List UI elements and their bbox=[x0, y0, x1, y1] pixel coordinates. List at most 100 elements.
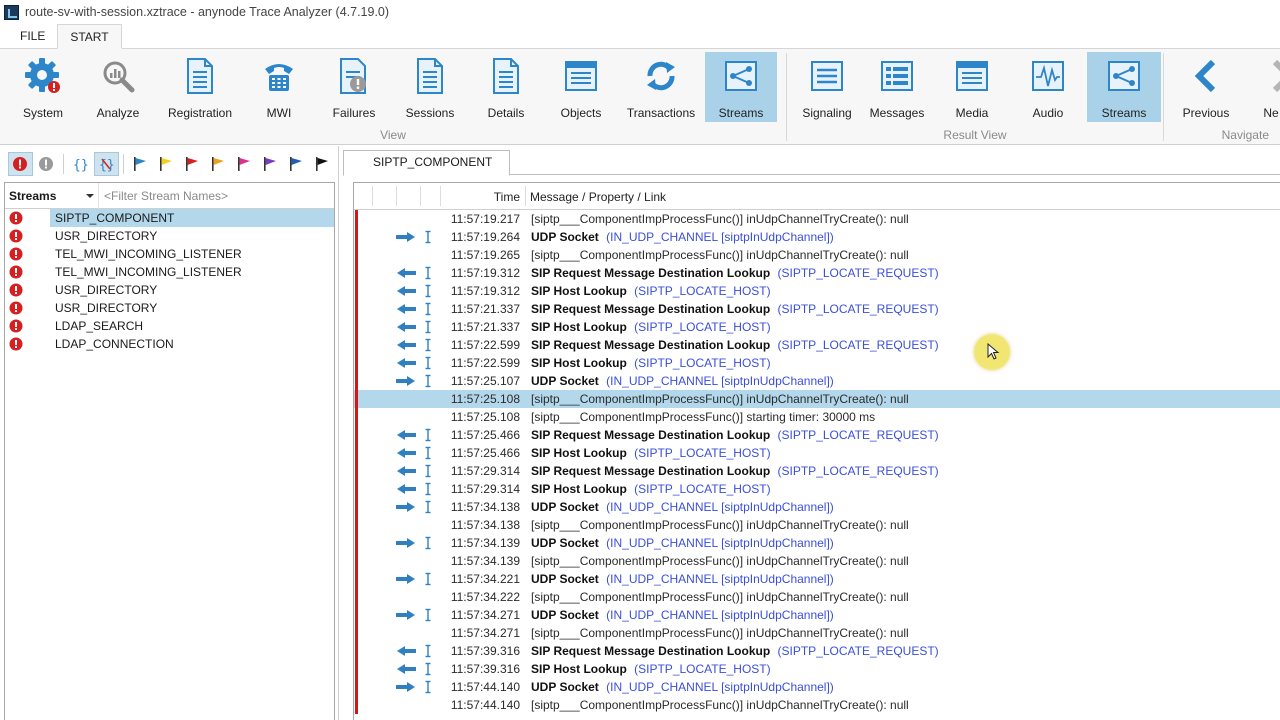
flag-purple-button[interactable] bbox=[257, 152, 282, 176]
table-row[interactable]: 11:57:22.599 SIP Request Message Destinat… bbox=[354, 336, 1280, 354]
stream-item[interactable]: SIPTP_COMPONENT bbox=[5, 209, 334, 227]
table-row[interactable]: 11:57:19.264 UDP Socket (IN_UDP_CHANNEL [… bbox=[354, 228, 1280, 246]
warning-filter-button[interactable] bbox=[34, 152, 59, 176]
transactions-button[interactable]: Transactions bbox=[624, 52, 698, 122]
braces-cross-filter-button[interactable]: {} bbox=[93, 152, 119, 176]
media-button[interactable]: Media bbox=[943, 52, 1001, 122]
table-row[interactable]: 11:57:19.312 SIP Request Message Destinat… bbox=[354, 264, 1280, 282]
table-row[interactable]: 11:57:34.271 [siptp___ComponentImpProcess… bbox=[354, 624, 1280, 642]
column-header-message[interactable]: Message / Property / Link bbox=[530, 183, 666, 209]
table-row[interactable]: 11:57:25.466 SIP Host Lookup (SIPTP_LOCAT… bbox=[354, 444, 1280, 462]
audio-button[interactable]: Audio bbox=[1019, 52, 1077, 122]
previous-button[interactable]: Previous bbox=[1176, 52, 1236, 122]
table-row[interactable]: 11:57:19.265 [siptp___ComponentImpProcess… bbox=[354, 246, 1280, 264]
row-message-link[interactable]: (SIPTP_LOCATE_HOST) bbox=[634, 356, 770, 370]
table-row[interactable]: 11:57:29.314 SIP Host Lookup (SIPTP_LOCAT… bbox=[354, 480, 1280, 498]
table-row[interactable]: 11:57:34.222 [siptp___ComponentImpProcess… bbox=[354, 588, 1280, 606]
error-filter-button[interactable] bbox=[8, 152, 33, 176]
stream-item[interactable]: USR_DIRECTORY bbox=[5, 227, 334, 245]
error-icon bbox=[9, 283, 23, 297]
row-time: 11:57:19.264 bbox=[450, 230, 520, 244]
row-message-link[interactable]: (IN_UDP_CHANNEL [siptpInUdpChannel]) bbox=[606, 680, 834, 694]
registration-button[interactable]: Registration bbox=[163, 52, 237, 122]
messages-button[interactable]: Messages bbox=[867, 52, 927, 122]
row-time: 11:57:34.138 bbox=[450, 500, 520, 514]
row-message-link[interactable]: (IN_UDP_CHANNEL [siptpInUdpChannel]) bbox=[606, 608, 834, 622]
table-row[interactable]: 11:57:34.271 UDP Socket (IN_UDP_CHANNEL [… bbox=[354, 606, 1280, 624]
mwi-button[interactable]: MWI bbox=[253, 52, 305, 122]
row-message-link[interactable]: (SIPTP_LOCATE_HOST) bbox=[634, 446, 770, 460]
next-button[interactable]: Ne bbox=[1252, 52, 1280, 122]
row-message-link[interactable]: (SIPTP_LOCATE_HOST) bbox=[634, 320, 770, 334]
table-row[interactable]: 11:57:34.221 UDP Socket (IN_UDP_CHANNEL [… bbox=[354, 570, 1280, 588]
tab-file[interactable]: FILE bbox=[8, 23, 57, 48]
panel-splitter[interactable] bbox=[338, 146, 339, 720]
column-header-time[interactable]: Time bbox=[442, 183, 520, 209]
table-row[interactable]: 11:57:29.314 SIP Request Message Destinat… bbox=[354, 462, 1280, 480]
flag-black-button[interactable] bbox=[309, 152, 334, 176]
details-button[interactable]: Details bbox=[476, 52, 536, 122]
table-row[interactable]: 11:57:25.466 SIP Request Message Destinat… bbox=[354, 426, 1280, 444]
row-time: 11:57:25.108 bbox=[450, 410, 520, 424]
objects-button[interactable]: Objects bbox=[551, 52, 611, 122]
flag-blue-button[interactable] bbox=[128, 152, 153, 176]
analyze-button[interactable]: Analyze bbox=[88, 52, 148, 122]
stream-item[interactable]: USR_DIRECTORY bbox=[5, 299, 334, 317]
table-row[interactable]: 11:57:34.138 [siptp___ComponentImpProcess… bbox=[354, 516, 1280, 534]
failures-button[interactable]: Failures bbox=[324, 52, 384, 122]
flag-red-button[interactable] bbox=[180, 152, 205, 176]
filter-stream-input[interactable] bbox=[99, 183, 334, 208]
table-row[interactable]: 11:57:34.138 UDP Socket (IN_UDP_CHANNEL [… bbox=[354, 498, 1280, 516]
row-message-link[interactable]: (IN_UDP_CHANNEL [siptpInUdpChannel]) bbox=[606, 500, 834, 514]
row-message-link[interactable]: (SIPTP_LOCATE_REQUEST) bbox=[778, 338, 939, 352]
tab-siptp-component[interactable]: SIPTP_COMPONENT bbox=[343, 150, 510, 176]
table-row[interactable]: 11:57:19.217 [siptp___ComponentImpProcess… bbox=[354, 210, 1280, 228]
flag-yellow-button[interactable] bbox=[154, 152, 179, 176]
flag-darkblue-button[interactable] bbox=[283, 152, 308, 176]
stream-item[interactable]: LDAP_CONNECTION bbox=[5, 335, 334, 353]
stream-item[interactable]: USR_DIRECTORY bbox=[5, 281, 334, 299]
row-message-link[interactable]: (IN_UDP_CHANNEL [siptpInUdpChannel]) bbox=[606, 374, 834, 388]
row-message-link[interactable]: (SIPTP_LOCATE_REQUEST) bbox=[778, 644, 939, 658]
streams-combo[interactable]: Streams bbox=[5, 182, 99, 209]
table-row[interactable]: 11:57:21.337 SIP Host Lookup (SIPTP_LOCAT… bbox=[354, 318, 1280, 336]
streams-result-button[interactable]: Streams bbox=[1087, 52, 1161, 122]
sessions-button[interactable]: Sessions bbox=[400, 52, 460, 122]
table-row[interactable]: 11:57:25.107 UDP Socket (IN_UDP_CHANNEL [… bbox=[354, 372, 1280, 390]
streams-view-button[interactable]: Streams bbox=[705, 52, 777, 122]
row-message-link[interactable]: (SIPTP_LOCATE_HOST) bbox=[634, 482, 770, 496]
table-row[interactable]: 11:57:21.337 SIP Request Message Destinat… bbox=[354, 300, 1280, 318]
stream-item[interactable]: TEL_MWI_INCOMING_LISTENER bbox=[5, 245, 334, 263]
table-row[interactable]: 11:57:39.316 SIP Request Message Destinat… bbox=[354, 642, 1280, 660]
signaling-button[interactable]: Signaling bbox=[792, 52, 862, 122]
braces-filter-button[interactable]: {} bbox=[68, 152, 93, 176]
tab-start[interactable]: START bbox=[57, 24, 122, 49]
table-row[interactable]: 11:57:34.139 UDP Socket (IN_UDP_CHANNEL [… bbox=[354, 534, 1280, 552]
table-row[interactable]: 11:57:34.139 [siptp___ComponentImpProcess… bbox=[354, 552, 1280, 570]
table-row[interactable]: 11:57:44.140 [siptp___ComponentImpProcess… bbox=[354, 696, 1280, 714]
table-row[interactable]: 11:57:22.599 SIP Host Lookup (SIPTP_LOCAT… bbox=[354, 354, 1280, 372]
table-row[interactable]: 11:57:25.108 [siptp___ComponentImpProcess… bbox=[354, 390, 1280, 408]
row-message-link[interactable]: (SIPTP_LOCATE_HOST) bbox=[634, 662, 770, 676]
system-button[interactable]: System bbox=[13, 52, 73, 122]
table-row[interactable]: 11:57:39.316 SIP Host Lookup (SIPTP_LOCAT… bbox=[354, 660, 1280, 678]
stream-item[interactable]: TEL_MWI_INCOMING_LISTENER bbox=[5, 263, 334, 281]
row-message-link[interactable]: (SIPTP_LOCATE_HOST) bbox=[634, 284, 770, 298]
stream-name: USR_DIRECTORY bbox=[55, 229, 158, 243]
row-message-link[interactable]: (IN_UDP_CHANNEL [siptpInUdpChannel]) bbox=[606, 230, 834, 244]
row-message-link[interactable]: (IN_UDP_CHANNEL [siptpInUdpChannel]) bbox=[606, 572, 834, 586]
flag-orange-button[interactable] bbox=[205, 152, 230, 176]
table-row[interactable]: 11:57:25.108 [siptp___ComponentImpProcess… bbox=[354, 408, 1280, 426]
flag-pink-button[interactable] bbox=[231, 152, 256, 176]
table-row[interactable]: 11:57:44.140 UDP Socket (IN_UDP_CHANNEL [… bbox=[354, 678, 1280, 696]
stream-item[interactable]: LDAP_SEARCH bbox=[5, 317, 334, 335]
row-time: 11:57:34.271 bbox=[450, 608, 520, 622]
table-row[interactable]: 11:57:19.312 SIP Host Lookup (SIPTP_LOCAT… bbox=[354, 282, 1280, 300]
row-message-link[interactable]: (SIPTP_LOCATE_REQUEST) bbox=[778, 464, 939, 478]
flag-yellow-icon bbox=[160, 157, 173, 171]
row-message-link[interactable]: (IN_UDP_CHANNEL [siptpInUdpChannel]) bbox=[606, 536, 834, 550]
row-message-link[interactable]: (SIPTP_LOCATE_REQUEST) bbox=[778, 266, 939, 280]
row-message: SIP Host Lookup (SIPTP_LOCATE_HOST) bbox=[531, 444, 771, 462]
row-message-link[interactable]: (SIPTP_LOCATE_REQUEST) bbox=[778, 428, 939, 442]
row-message-link[interactable]: (SIPTP_LOCATE_REQUEST) bbox=[778, 302, 939, 316]
